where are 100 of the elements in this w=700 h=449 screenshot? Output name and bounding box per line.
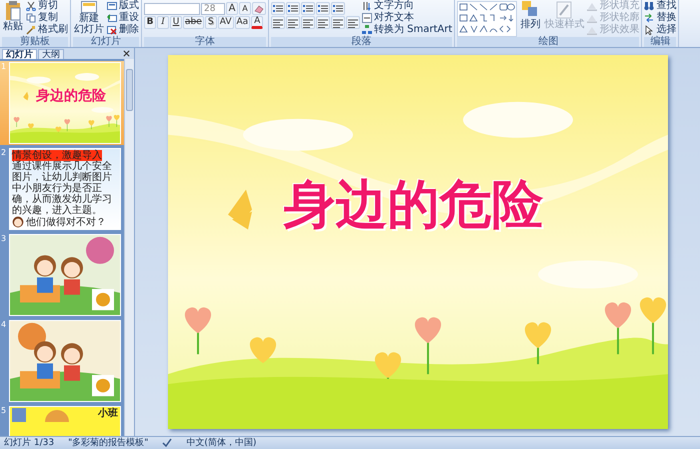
group-label: 字体 xyxy=(144,37,266,47)
align-button[interactable] xyxy=(286,16,300,29)
slide-text: 通过课件展示几个安全图片，让幼儿判断图片中小朋友行为是否正确，从而激发幼儿学习的兴趣，进入主题。 xyxy=(12,161,113,216)
font-style-button[interactable]: B xyxy=(144,16,156,29)
slide-thumbnail[interactable]: 身边的危险 xyxy=(9,62,121,144)
reset-icon xyxy=(107,13,117,23)
lines-icon xyxy=(318,4,328,14)
font-name-field[interactable] xyxy=(144,2,200,14)
pen-icon xyxy=(556,1,572,19)
font-style-button[interactable]: I xyxy=(157,16,169,29)
group-label: 幻灯片 xyxy=(73,37,139,47)
slide-question: 他们做得对不对？ xyxy=(26,216,106,228)
smartart-button[interactable]: 转换为 SmartArt xyxy=(362,24,452,36)
slide-number: 3 xyxy=(1,234,8,244)
align-icon xyxy=(273,18,283,28)
align-icon xyxy=(288,18,298,28)
shape-tool-icon xyxy=(587,1,598,11)
align-icon xyxy=(318,18,328,28)
slide-thumbnail[interactable]: 情景创设，激趣导入 通过课件展示几个安全图片，让幼儿判断图片中小朋友行为是否正确，从而激发幼儿学习的兴趣，进入主题。 他们做得对不对？ xyxy=(9,148,121,230)
slide-number: 5 xyxy=(1,406,8,416)
delete-icon xyxy=(107,25,117,35)
group-label: 编辑 xyxy=(644,37,676,47)
slide-heading: 情景创设，激趣导入 xyxy=(12,150,102,161)
list-format-button[interactable] xyxy=(271,2,285,15)
thumbnail-row[interactable]: 2 情景创设，激趣导入 通过课件展示几个安全图片，让幼儿判断图片中小朋友行为是否正确，从而激发幼儿学习的兴趣，进入主题。 他们做得对不对？ xyxy=(0,147,124,231)
scissors-icon xyxy=(26,1,36,11)
clear-formatting-button[interactable] xyxy=(252,2,266,15)
font-style-button[interactable]: S xyxy=(204,16,217,29)
align-icon xyxy=(303,18,313,28)
align-icon xyxy=(348,18,358,28)
thumbnail-row[interactable]: 1 身边的危险 xyxy=(0,61,124,145)
list-format-button[interactable] xyxy=(301,2,315,15)
pane-tab[interactable]: 幻灯片 xyxy=(2,49,37,59)
lines-icon xyxy=(333,4,343,14)
new-slide-button[interactable]: 新建 幻灯片 xyxy=(73,0,105,35)
replace-icon xyxy=(644,13,654,23)
pane-tab[interactable]: 大纲 xyxy=(38,49,64,59)
shapes-gallery[interactable] xyxy=(457,1,518,37)
align-button[interactable] xyxy=(331,16,345,29)
slide-icon xyxy=(81,1,97,13)
binoculars-icon xyxy=(644,1,654,11)
paste-button[interactable]: 粘贴 xyxy=(2,0,24,32)
font-style-button[interactable]: A xyxy=(251,16,264,29)
group-label: 绘图 xyxy=(457,37,640,47)
arrange-button[interactable]: 排列 xyxy=(519,0,542,30)
align-button[interactable] xyxy=(316,16,330,29)
align-button[interactable] xyxy=(271,16,285,29)
check-icon[interactable] xyxy=(162,438,172,448)
align-text-icon xyxy=(362,13,372,23)
scroll-thumb[interactable] xyxy=(126,69,133,111)
align-text-button[interactable]: 对齐文本 xyxy=(362,12,452,24)
language: 中文(简体，中国) xyxy=(186,438,256,448)
slide-number: 2 xyxy=(1,148,8,158)
thumbnail-row[interactable]: 5 小班 xyxy=(0,405,124,436)
group-label: 剪贴板 xyxy=(2,37,68,47)
list-format-button[interactable] xyxy=(331,2,345,15)
layout-button[interactable]: 版式 xyxy=(107,0,139,12)
lines-icon xyxy=(273,4,283,14)
girl-drawing xyxy=(12,216,24,228)
align-icon xyxy=(333,18,343,28)
align-button[interactable] xyxy=(301,16,315,29)
grow-font-button[interactable]: A xyxy=(226,2,238,15)
shape-tool-icon xyxy=(587,25,598,35)
lines-icon xyxy=(288,4,298,14)
slide-title: 身边的危险 xyxy=(36,87,106,105)
font-size-field[interactable]: 28 xyxy=(201,2,225,14)
shrink-font-button[interactable]: A xyxy=(239,2,251,15)
slide-number: 1 xyxy=(1,62,8,72)
text-direction-icon xyxy=(362,1,372,11)
copy-icon xyxy=(26,13,36,23)
align-button[interactable] xyxy=(346,16,360,29)
font-style-button[interactable]: abe xyxy=(183,16,204,29)
cursor-icon xyxy=(644,25,654,35)
close-icon[interactable] xyxy=(123,50,130,57)
slide-title: 小班 xyxy=(98,408,118,420)
list-format-button[interactable] xyxy=(316,2,330,15)
diagram-icon xyxy=(362,25,372,35)
reset-button[interactable]: 重设 xyxy=(107,12,139,24)
slide-thumbnail[interactable]: 小班 xyxy=(9,406,121,436)
editing-button[interactable]: 替换 xyxy=(644,12,676,24)
copy-button[interactable]: 复制 xyxy=(26,12,68,24)
list-format-button[interactable] xyxy=(286,2,300,15)
delete-button[interactable]: 删除 xyxy=(107,24,139,36)
editing-button[interactable]: 选择 xyxy=(644,24,676,36)
shape-tool-icon xyxy=(587,13,598,23)
group-label: 段落 xyxy=(271,37,452,47)
slide-title: 身边的危险 xyxy=(284,175,544,235)
shapes-drawing xyxy=(459,3,516,35)
font-style-button[interactable]: U xyxy=(170,16,182,29)
lines-icon xyxy=(303,4,313,14)
theme-name: "多彩菊的报告模板" xyxy=(68,438,148,448)
scrollbar[interactable] xyxy=(124,59,134,436)
font-style-button[interactable]: Aa xyxy=(234,16,250,29)
format-painter-button[interactable]: 格式刷 xyxy=(26,24,68,36)
slide-number: 4 xyxy=(1,320,8,330)
brush-icon xyxy=(26,25,36,35)
font-style-button[interactable]: AV xyxy=(218,16,234,29)
clipboard-icon xyxy=(5,1,21,21)
editing-button[interactable]: 查找 xyxy=(644,0,676,12)
stacked-squares-icon xyxy=(522,1,538,19)
